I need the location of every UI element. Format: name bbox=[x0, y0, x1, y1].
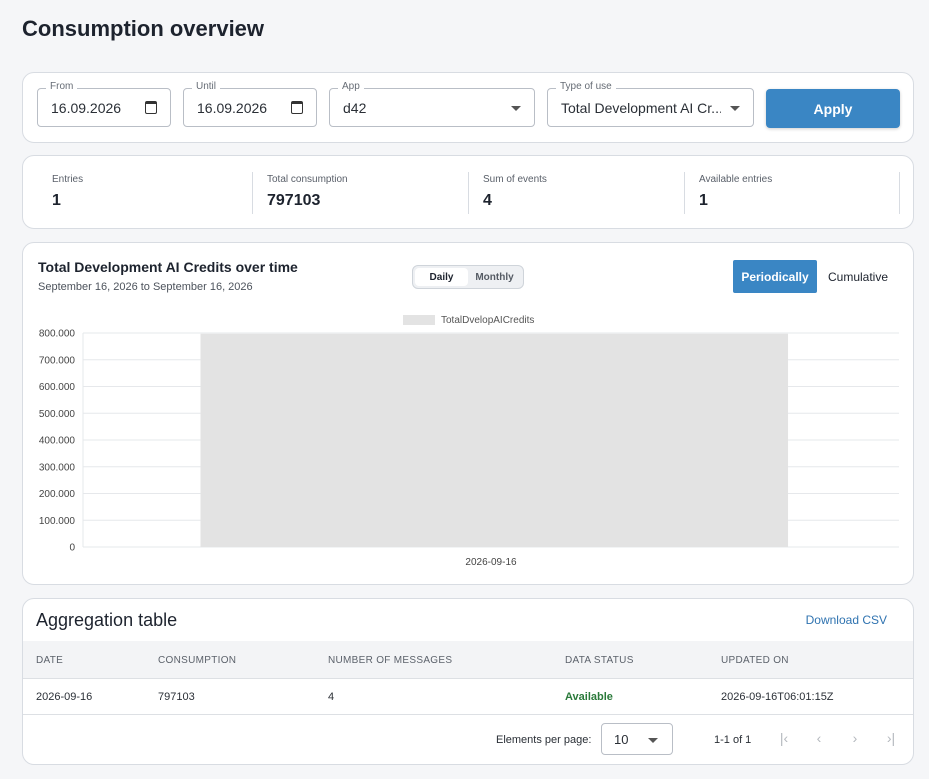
calendar-icon[interactable] bbox=[291, 101, 303, 114]
stat-value: 4 bbox=[483, 192, 492, 209]
y-tick-label: 600.000 bbox=[39, 382, 76, 393]
type-of-use-value: Total Development AI Cr... bbox=[561, 100, 721, 116]
y-tick-label: 300.000 bbox=[39, 462, 76, 473]
from-value: 16.09.2026 bbox=[51, 100, 122, 116]
app-value: d42 bbox=[343, 100, 367, 116]
stat-sum-of-events: Sum of events 4 bbox=[468, 172, 684, 214]
stat-value: 1 bbox=[699, 192, 708, 209]
table-header: DATE CONSUMPTION NUMBER OF MESSAGES DATA… bbox=[23, 641, 913, 679]
download-csv-link[interactable]: Download CSV bbox=[806, 613, 887, 627]
bar-chart: 0 100.000 200.000 300.000 400.000 500.000 600.… bbox=[39, 315, 899, 568]
chevron-down-icon bbox=[511, 106, 521, 111]
type-of-use-select[interactable]: Type of use Total Development AI Cr... bbox=[547, 81, 754, 127]
table-row: 2026-09-16 797103 4 Available 2026-09-16… bbox=[23, 679, 913, 715]
y-tick-label: 0 bbox=[69, 543, 75, 554]
y-tick-label: 200.000 bbox=[39, 489, 76, 500]
stat-total-consumption: Total consumption 797103 bbox=[252, 172, 468, 214]
per-page-select[interactable]: 10 bbox=[601, 723, 673, 755]
until-value: 16.09.2026 bbox=[197, 100, 268, 116]
previous-page-icon[interactable]: ‹ bbox=[811, 730, 827, 746]
y-tick-label: 400.000 bbox=[39, 436, 76, 447]
y-tick-label: 700.000 bbox=[39, 355, 76, 366]
cell-updated: 2026-09-16T06:01:15Z bbox=[721, 691, 834, 703]
stat-label: Sum of events bbox=[483, 174, 547, 185]
cell-status: Available bbox=[565, 691, 613, 703]
stat-value: 797103 bbox=[267, 192, 321, 209]
stat-entries: Entries 1 bbox=[37, 172, 253, 214]
from-date-field[interactable]: From 16.09.2026 bbox=[37, 81, 171, 127]
stat-label: Available entries bbox=[699, 174, 773, 185]
column-header-status[interactable]: DATA STATUS bbox=[565, 655, 634, 666]
cell-messages: 4 bbox=[328, 691, 335, 703]
app-select[interactable]: App d42 bbox=[329, 81, 535, 127]
page-title: Consumption overview bbox=[22, 16, 265, 41]
app-label: App bbox=[338, 81, 364, 92]
y-tick-label: 100.000 bbox=[39, 516, 76, 527]
pagination: Elements per page: 10 1-1 of 1 |‹ ‹ › ›| bbox=[23, 715, 913, 764]
first-page-icon[interactable]: |‹ bbox=[776, 730, 792, 746]
stat-label: Entries bbox=[52, 174, 84, 185]
table-title: Aggregation table bbox=[36, 610, 178, 630]
per-page-value: 10 bbox=[614, 732, 629, 747]
bar-2026-09-16 bbox=[200, 333, 789, 547]
column-header-updated[interactable]: UPDATED ON bbox=[721, 655, 789, 666]
type-of-use-label: Type of use bbox=[556, 81, 616, 92]
filter-bar: From 16.09.2026 Until 16.09.2026 App d42… bbox=[22, 72, 914, 143]
calendar-icon[interactable] bbox=[145, 101, 157, 114]
until-date-field[interactable]: Until 16.09.2026 bbox=[183, 81, 317, 127]
aggregation-table-panel: Aggregation table Download CSV DATE CONS… bbox=[22, 598, 914, 765]
until-label: Until bbox=[192, 81, 221, 92]
next-page-icon[interactable]: › bbox=[847, 730, 863, 746]
stats-summary: Entries 1 Total consumption 797103 Sum o… bbox=[22, 155, 914, 229]
apply-button[interactable]: Apply bbox=[766, 89, 900, 128]
chart-panel: Total Development AI Credits over time S… bbox=[22, 242, 914, 585]
divider bbox=[899, 172, 900, 214]
legend-swatch bbox=[403, 315, 435, 325]
last-page-icon[interactable]: ›| bbox=[883, 730, 899, 746]
column-header-messages[interactable]: NUMBER OF MESSAGES bbox=[328, 655, 452, 666]
stat-label: Total consumption bbox=[267, 174, 348, 185]
y-tick-label: 500.000 bbox=[39, 409, 76, 420]
column-header-date[interactable]: DATE bbox=[36, 655, 63, 666]
cell-consumption: 797103 bbox=[158, 691, 195, 703]
from-label: From bbox=[46, 81, 78, 92]
chevron-down-icon bbox=[648, 738, 658, 743]
column-header-consumption[interactable]: CONSUMPTION bbox=[158, 655, 236, 666]
legend-label: TotalDvelopAICredits bbox=[441, 315, 534, 326]
stat-available-entries: Available entries 1 bbox=[684, 172, 899, 214]
x-tick-label: 2026-09-16 bbox=[465, 557, 517, 568]
chevron-down-icon bbox=[730, 106, 740, 111]
stat-value: 1 bbox=[52, 192, 61, 209]
y-tick-label: 800.000 bbox=[39, 329, 76, 340]
cell-date: 2026-09-16 bbox=[36, 691, 93, 703]
per-page-label: Elements per page: bbox=[496, 734, 592, 746]
page-range: 1-1 of 1 bbox=[714, 734, 752, 746]
